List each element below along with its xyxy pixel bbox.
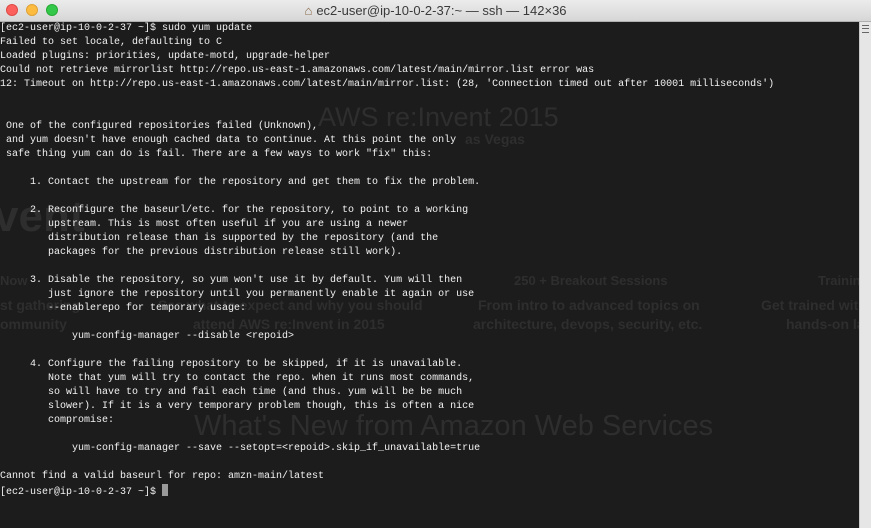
cursor (162, 484, 169, 496)
terminal-line: and yum doesn't have enough cached data … (0, 135, 457, 146)
terminal-line: Could not retrieve mirrorlist http://rep… (0, 65, 595, 76)
title-bar[interactable]: ⌂ ec2-user@ip-10-0-2-37:~ — ssh — 142×36 (0, 0, 871, 22)
terminal-prompt-line[interactable]: [ec2-user@ip-10-0-2-37 ~]$ (0, 484, 859, 498)
terminal-line: 2. Reconfigure the baseurl/etc. for the … (0, 205, 469, 216)
terminal-line: just ignore the repository until you per… (0, 289, 475, 300)
terminal-line: Failed to set locale, defaulting to C (0, 37, 223, 48)
terminal-line: safe thing yum can do is fail. There are… (0, 149, 433, 160)
window-title: ⌂ ec2-user@ip-10-0-2-37:~ — ssh — 142×36 (0, 3, 871, 18)
terminal-line: --enablerepo for temporary usage: (0, 303, 247, 314)
home-icon: ⌂ (304, 3, 313, 18)
terminal-line: Note that yum will try to contact the re… (0, 373, 475, 384)
terminal-line: so will have to try and fail each time (… (0, 387, 463, 398)
terminal-line: distribution release than is supported b… (0, 233, 439, 244)
terminal-line: yum-config-manager --disable <repoid> (0, 331, 295, 342)
terminal-line: Cannot find a valid baseurl for repo: am… (0, 471, 325, 482)
shell-prompt: [ec2-user@ip-10-0-2-37 ~]$ (0, 487, 157, 498)
terminal-line: 1. Contact the upstream for the reposito… (0, 177, 481, 188)
window-title-text: ec2-user@ip-10-0-2-37:~ — ssh — 142×36 (316, 3, 567, 18)
terminal-line: yum-config-manager --save --setopt=<repo… (0, 443, 481, 454)
terminal-line: 4. Configure the failing repository to b… (0, 359, 463, 370)
terminal-line: 12: Timeout on http://repo.us-east-1.ama… (0, 79, 775, 90)
terminal-line: compromise: (0, 415, 115, 426)
terminal-line: packages for the previous distribution r… (0, 247, 403, 258)
terminal-line: [ec2-user@ip-10-0-2-37 ~]$ sudo yum upda… (0, 23, 253, 34)
terminal-line: Loaded plugins: priorities, update-motd,… (0, 51, 331, 62)
terminal-output[interactable]: [ec2-user@ip-10-0-2-37 ~]$ sudo yum upda… (0, 22, 859, 528)
scrollbar[interactable] (859, 22, 871, 528)
terminal-line: One of the configured repositories faile… (0, 121, 319, 132)
scrollbar-grip-icon[interactable] (862, 25, 869, 33)
terminal-line: 3. Disable the repository, so yum won't … (0, 275, 463, 286)
terminal-line: upstream. This is most often useful if y… (0, 219, 409, 230)
terminal-line: slower). If it is a very temporary probl… (0, 401, 475, 412)
